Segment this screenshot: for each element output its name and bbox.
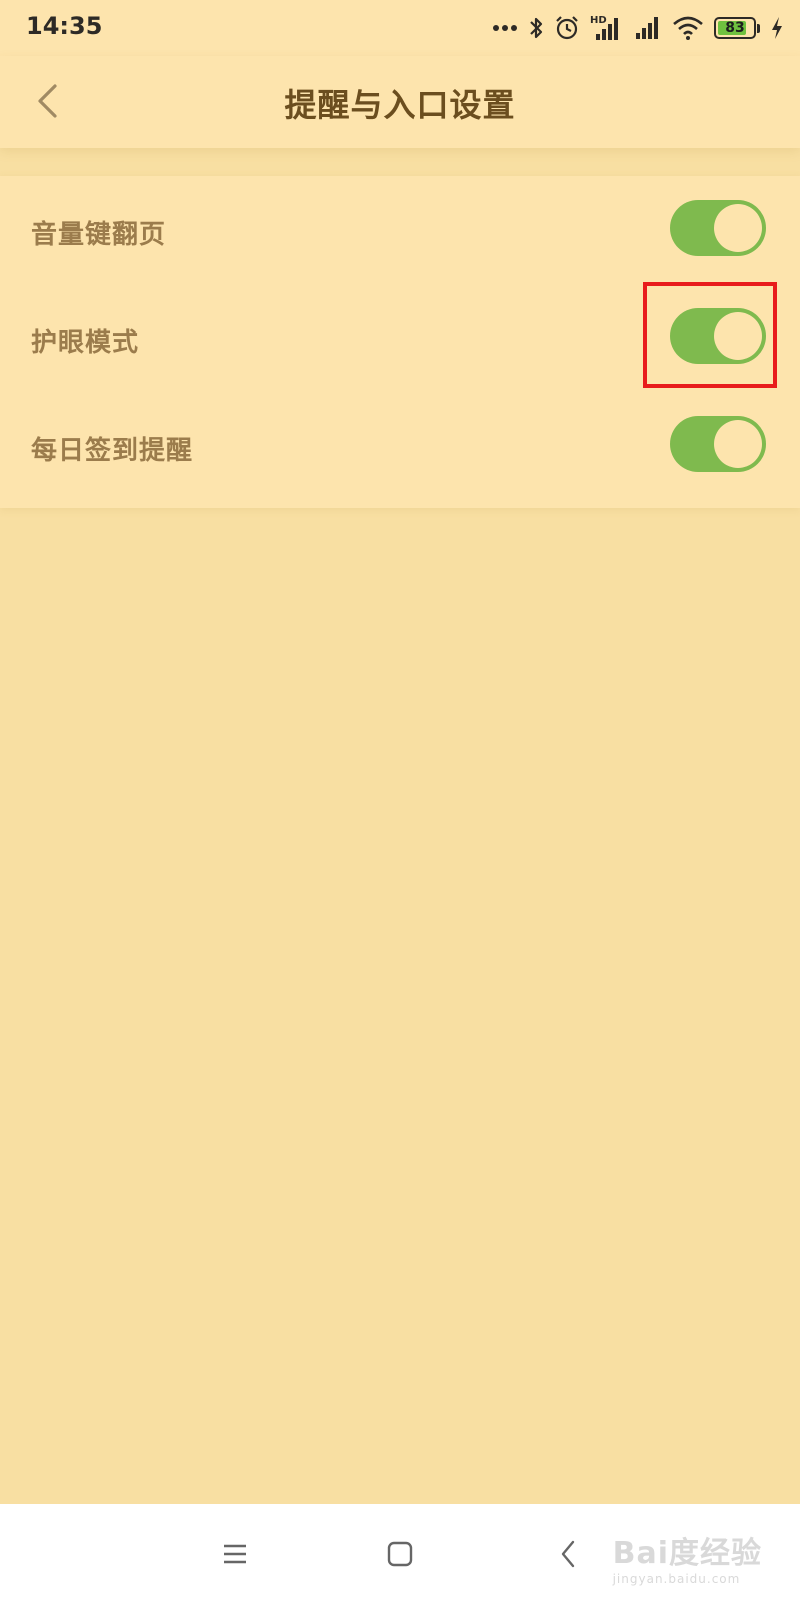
home-icon: [387, 1541, 413, 1567]
hd-signal-icon: HD: [590, 14, 622, 42]
highlight-box: [643, 282, 777, 388]
hd-label: HD: [590, 14, 607, 26]
setting-label: 护眼模式: [31, 328, 140, 358]
bluetooth-icon: [528, 15, 544, 41]
nav-bar: Bai度经验 jingyan.baidu.com: [0, 1504, 800, 1600]
header: 提醒与入口设置: [0, 56, 800, 148]
battery-body: 83: [714, 17, 756, 39]
signal-icon: [632, 15, 662, 41]
daily-checkin-reminder-toggle[interactable]: [670, 416, 766, 472]
watermark: Bai度经验 jingyan.baidu.com: [613, 1528, 762, 1586]
status-bar: 14:35 HD 83: [0, 0, 800, 56]
setting-label: 每日签到提醒: [31, 436, 194, 466]
battery-icon: 83: [714, 17, 760, 39]
back-icon: [561, 1540, 575, 1568]
page-title: 提醒与入口设置: [284, 86, 516, 124]
charging-icon: [770, 16, 784, 40]
status-time: 14:35: [26, 12, 103, 40]
battery-text: 83: [725, 20, 745, 36]
more-dots-icon: [492, 24, 518, 32]
menu-icon: [224, 1544, 246, 1564]
nav-back-button[interactable]: [546, 1532, 590, 1576]
toggle-knob: [714, 204, 762, 252]
toggle-knob: [714, 420, 762, 468]
watermark-main: Bai度经验: [612, 1536, 762, 1571]
status-icons: HD 83: [492, 10, 784, 46]
watermark-sub: jingyan.baidu.com: [612, 1572, 741, 1586]
setting-row-daily-checkin-reminder: 每日签到提醒: [0, 392, 800, 500]
volume-page-turn-toggle[interactable]: [670, 200, 766, 256]
wifi-icon: [672, 15, 704, 41]
alarm-icon: [554, 15, 580, 41]
menu-button[interactable]: [213, 1532, 257, 1576]
setting-label: 音量键翻页: [31, 220, 167, 250]
home-button[interactable]: [378, 1532, 422, 1576]
setting-row-volume-page-turn: 音量键翻页: [0, 176, 800, 284]
battery-tip: [757, 23, 760, 33]
